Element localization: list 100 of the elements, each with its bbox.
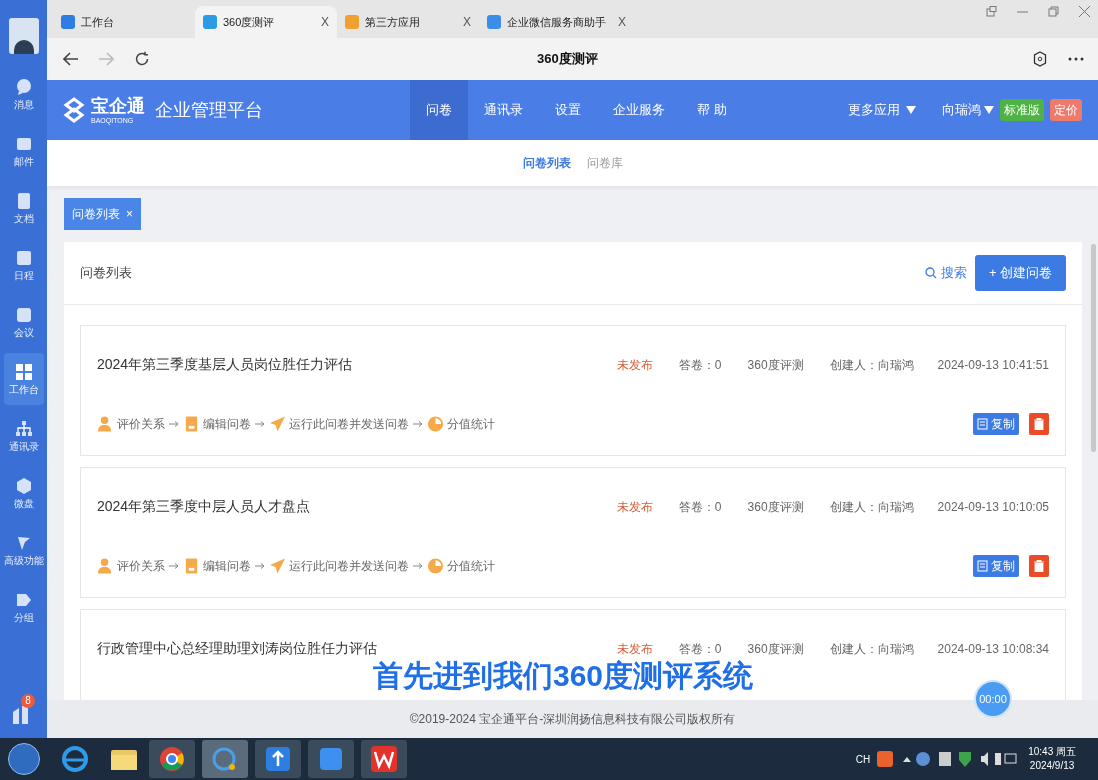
browser-tab[interactable]: 工作台: [53, 6, 195, 38]
clock-time[interactable]: 10:43 周五: [1028, 745, 1076, 759]
workflow-step-link[interactable]: 运行此问卷并发送问卷: [269, 557, 409, 575]
language-indicator[interactable]: CH: [855, 751, 871, 767]
app-taskbar-icon[interactable]: [255, 740, 301, 778]
sidebar-item[interactable]: 邮件: [3, 125, 44, 177]
subnav-tab[interactable]: 问卷列表: [522, 154, 571, 172]
pin-icon[interactable]: [986, 6, 997, 17]
survey-type: 360度评测: [747, 640, 804, 658]
answer-count: 答卷：0: [678, 356, 722, 374]
app-icon[interactable]: [12, 704, 30, 724]
grid-icon: [14, 362, 33, 381]
arrow-icon: [255, 563, 265, 569]
search-icon: [925, 267, 937, 279]
arrow-icon: [169, 421, 179, 427]
office-taskbar-icon[interactable]: [361, 740, 407, 778]
workflow-step-link[interactable]: 运行此问卷并发送问卷: [269, 415, 409, 433]
user-menu[interactable]: 向瑞鸿: [942, 100, 994, 120]
subnav-tab[interactable]: 问卷库: [586, 154, 623, 172]
sidebar-item[interactable]: 工作台: [3, 353, 44, 405]
tab-close-button[interactable]: X: [618, 13, 626, 31]
nav-tab[interactable]: 帮 助: [681, 80, 743, 140]
arrow-icon: [169, 563, 179, 569]
copy-icon: [977, 418, 989, 430]
workflow-step-link[interactable]: 编辑问卷: [183, 557, 251, 575]
copy-icon: [977, 560, 989, 572]
person-icon: [97, 557, 114, 575]
more-apps-menu[interactable]: 更多应用: [848, 100, 916, 120]
sidebar-item[interactable]: 通讯录: [3, 410, 44, 462]
survey-title[interactable]: 2024年第三季度中层人员人才盘点: [97, 496, 311, 517]
sidebar-item[interactable]: 文档: [3, 182, 44, 234]
edition-badge: 标准版: [1000, 99, 1044, 121]
nav-tab[interactable]: 企业服务: [597, 80, 681, 140]
arrow-icon: [255, 421, 265, 427]
files-taskbar-icon[interactable]: [308, 740, 354, 778]
workflow-step-link[interactable]: 分值统计: [427, 557, 495, 575]
open-tag[interactable]: 问卷列表 ×: [64, 198, 141, 230]
nav-tab[interactable]: 问卷: [410, 80, 468, 140]
hexagon-icon: [14, 476, 33, 495]
logo-icon: [63, 97, 85, 123]
caret-icon: [984, 106, 994, 114]
workflow-step-link[interactable]: 评价关系: [97, 415, 165, 433]
survey-title[interactable]: 行政管理中心总经理助理刘涛岗位胜任力评估: [97, 638, 377, 659]
hexagon-icon[interactable]: [1033, 51, 1047, 67]
notification-badge: 8: [21, 694, 35, 708]
nav-tab[interactable]: 通讯录: [468, 80, 539, 140]
org-chart-icon: [14, 419, 33, 438]
sidebar-item[interactable]: 消息: [3, 68, 44, 120]
arrow-icon: [413, 563, 423, 569]
nav-tab[interactable]: 设置: [539, 80, 597, 140]
survey-type: 360度评测: [747, 356, 804, 374]
created-time: 2024-09-13 10:08:34: [937, 640, 1049, 658]
tab-favicon-icon: [487, 15, 501, 29]
browser-tab[interactable]: 第三方应用 X: [337, 6, 479, 38]
copy-button[interactable]: 复制: [973, 555, 1019, 577]
copy-button[interactable]: 复制: [973, 413, 1019, 435]
sidebar-item[interactable]: 高级功能: [3, 524, 44, 576]
status-label: 未发布: [616, 498, 653, 516]
scrollbar[interactable]: [1091, 244, 1096, 452]
start-button[interactable]: [8, 743, 40, 775]
more-icon[interactable]: [1068, 57, 1084, 61]
workflow-step-link[interactable]: 分值统计: [427, 415, 495, 433]
close-icon[interactable]: [1079, 6, 1090, 17]
tab-close-button[interactable]: X: [463, 13, 471, 31]
trash-icon: [1034, 418, 1044, 430]
workflow-step-link[interactable]: 编辑问卷: [183, 415, 251, 433]
reload-icon[interactable]: [134, 51, 150, 67]
sidebar-item[interactable]: 会议: [3, 296, 44, 348]
create-survey-button[interactable]: + 创建问卷: [975, 255, 1066, 291]
delete-button[interactable]: [1029, 555, 1049, 577]
arrow-icon: [413, 421, 423, 427]
person-icon: [97, 415, 114, 433]
answer-count: 答卷：0: [678, 640, 722, 658]
creator-label: 创建人：向瑞鸿: [829, 640, 914, 658]
search-button[interactable]: 搜索: [925, 263, 967, 283]
tab-close-button[interactable]: X: [321, 13, 329, 31]
sidebar-item[interactable]: 日程: [3, 239, 44, 291]
tag-close-button[interactable]: ×: [126, 205, 133, 223]
paper-plane-icon: [269, 557, 286, 575]
caret-icon: [906, 106, 916, 114]
avatar[interactable]: [8, 18, 39, 54]
back-icon[interactable]: [63, 52, 79, 66]
workflow-step-link[interactable]: 评价关系: [97, 557, 165, 575]
sidebar-item[interactable]: 微盘: [3, 467, 44, 519]
pie-chart-icon: [427, 415, 444, 433]
pricing-button[interactable]: 定价: [1050, 99, 1082, 121]
paper-plane-icon: [269, 415, 286, 433]
tab-favicon-icon: [61, 15, 75, 29]
browser-tab[interactable]: 企业微信服务商助手 X: [479, 6, 634, 38]
delete-button[interactable]: [1029, 413, 1049, 435]
browser-tab[interactable]: 360度测评 X: [195, 6, 337, 38]
clock-date[interactable]: 2024/9/13: [1029, 759, 1075, 773]
chat-bubble-icon: [14, 77, 33, 96]
sidebar-item[interactable]: 分组: [3, 581, 44, 633]
survey-type: 360度评测: [747, 498, 804, 516]
survey-title[interactable]: 2024年第三季度基层人员岗位胜任力评估: [97, 354, 353, 375]
chrome-taskbar-icon[interactable]: [149, 740, 195, 778]
video-subtitle: 首先进到我们360度测评系统: [373, 658, 754, 694]
panel-title: 问卷列表: [80, 264, 132, 283]
copyright-text: ©2019-2024 宝企通平台-深圳润扬信息科技有限公司版权所有: [409, 711, 736, 728]
